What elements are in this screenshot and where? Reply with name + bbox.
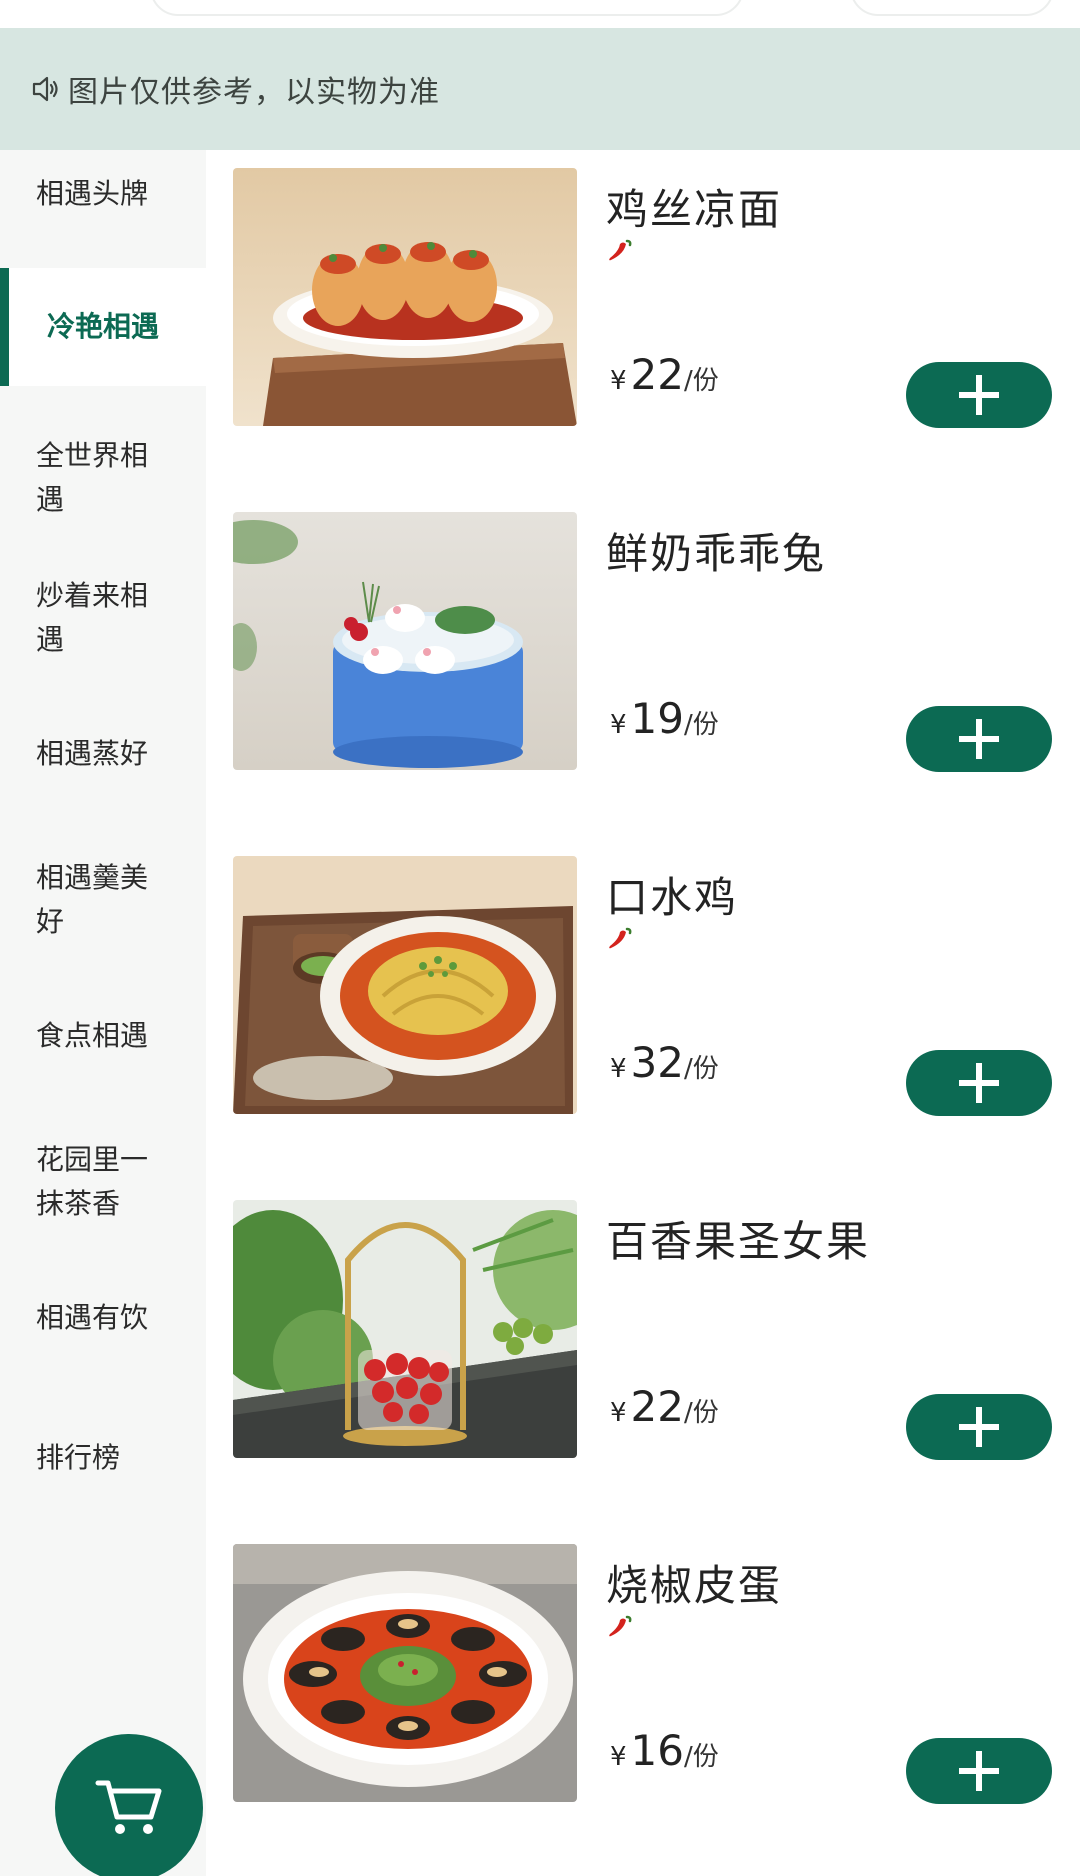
product-name: 鸡丝凉面	[606, 185, 783, 234]
sidebar-item-label: 冷艳相遇	[46, 310, 159, 343]
top-toolbar	[0, 0, 1080, 28]
product-price: ¥19/份	[610, 694, 719, 743]
product-image	[233, 1544, 577, 1802]
price-value: 22	[630, 1382, 684, 1431]
sidebar-item-label: 炒着来相遇	[36, 579, 149, 656]
plus-icon	[959, 1407, 999, 1447]
price-currency: ¥	[610, 366, 627, 396]
plus-icon	[959, 1063, 999, 1103]
price-value: 32	[630, 1038, 684, 1087]
sidebar-item-label: 相遇头牌	[36, 177, 149, 210]
product-list: 鸡丝凉面 ¥22/份 鲜奶乖乖兔 ¥19/份 口水鸡 ¥32/份 百香果圣女果 …	[206, 150, 1080, 1876]
price-unit: /份	[684, 1054, 719, 1084]
category-sidebar: 相遇头牌 冷艳相遇 全世界相遇 炒着来相遇 相遇蒸好 相遇羹美好 食点相遇 花园…	[0, 150, 206, 1876]
cart-button[interactable]	[55, 1734, 203, 1876]
sidebar-item-zhenghao[interactable]: 相遇蒸好	[0, 732, 206, 788]
plus-icon	[959, 719, 999, 759]
price-currency: ¥	[610, 1398, 627, 1428]
sidebar-item-youyin[interactable]: 相遇有饮	[0, 1296, 206, 1352]
product-card[interactable]: 烧椒皮蛋 ¥16/份	[206, 1526, 1080, 1804]
sidebar-item-label: 排行榜	[36, 1441, 121, 1474]
price-unit: /份	[684, 1742, 719, 1772]
add-to-cart-button[interactable]	[906, 1050, 1052, 1116]
sidebar-item-shidian[interactable]: 食点相遇	[0, 1014, 206, 1070]
product-price: ¥22/份	[610, 1382, 719, 1431]
sidebar-item-label: 相遇羹美好	[36, 861, 149, 938]
speaker-icon	[32, 76, 58, 102]
price-unit: /份	[684, 710, 719, 740]
product-price: ¥22/份	[610, 350, 719, 399]
price-value: 16	[630, 1726, 684, 1775]
price-value: 19	[630, 694, 684, 743]
product-name: 口水鸡	[606, 873, 739, 922]
chili-pepper-icon	[609, 927, 632, 949]
product-card[interactable]: 鲜奶乖乖兔 ¥19/份	[206, 494, 1080, 772]
add-to-cart-button[interactable]	[906, 1738, 1052, 1804]
product-image	[233, 1200, 577, 1458]
sidebar-item-paihangbang[interactable]: 排行榜	[0, 1436, 206, 1492]
product-card[interactable]: 百香果圣女果 ¥22/份	[206, 1182, 1080, 1460]
chili-pepper-icon	[609, 239, 632, 261]
top-action-button[interactable]	[850, 0, 1054, 16]
product-image	[233, 168, 577, 426]
product-card[interactable]: 口水鸡 ¥32/份	[206, 838, 1080, 1116]
plus-icon	[959, 375, 999, 415]
sidebar-item-label: 花园里一抹茶香	[36, 1143, 149, 1220]
plus-icon	[959, 1751, 999, 1791]
product-name: 百香果圣女果	[606, 1217, 871, 1266]
product-name: 烧椒皮蛋	[606, 1561, 783, 1610]
sidebar-item-gengmei[interactable]: 相遇羹美好	[0, 856, 206, 952]
sidebar-item-label: 相遇有饮	[36, 1301, 149, 1334]
sidebar-item-huayuan[interactable]: 花园里一抹茶香	[0, 1138, 206, 1234]
menu-page: 图片仅供参考，以实物为准 相遇头牌 冷艳相遇 全世界相遇 炒着来相遇 相遇蒸好 …	[0, 0, 1080, 1876]
add-to-cart-button[interactable]	[906, 706, 1052, 772]
sidebar-item-chaozhe[interactable]: 炒着来相遇	[0, 574, 206, 670]
notice-text: 图片仅供参考，以实物为准	[68, 75, 440, 110]
price-value: 22	[630, 350, 684, 399]
search-bar[interactable]	[150, 0, 744, 16]
product-image	[233, 856, 577, 1114]
price-currency: ¥	[610, 1054, 627, 1084]
add-to-cart-button[interactable]	[906, 1394, 1052, 1460]
sidebar-item-label: 相遇蒸好	[36, 737, 149, 770]
sidebar-item-lengyan[interactable]: 冷艳相遇	[0, 268, 206, 386]
sidebar-item-touming[interactable]: 相遇头牌	[0, 172, 206, 228]
sidebar-item-label: 全世界相遇	[36, 439, 149, 516]
product-name: 鲜奶乖乖兔	[606, 529, 827, 578]
notice-bar: 图片仅供参考，以实物为准	[0, 28, 1080, 150]
shopping-cart-icon	[95, 1780, 162, 1834]
product-image	[233, 512, 577, 770]
price-currency: ¥	[610, 1742, 627, 1772]
price-unit: /份	[684, 366, 719, 396]
sidebar-item-label: 食点相遇	[36, 1019, 149, 1052]
price-unit: /份	[684, 1398, 719, 1428]
price-currency: ¥	[610, 710, 627, 740]
product-price: ¥16/份	[610, 1726, 719, 1775]
add-to-cart-button[interactable]	[906, 362, 1052, 428]
chili-pepper-icon	[609, 1615, 632, 1637]
sidebar-item-quanshijie[interactable]: 全世界相遇	[0, 434, 206, 530]
product-card[interactable]: 鸡丝凉面 ¥22/份	[206, 150, 1080, 428]
product-price: ¥32/份	[610, 1038, 719, 1087]
